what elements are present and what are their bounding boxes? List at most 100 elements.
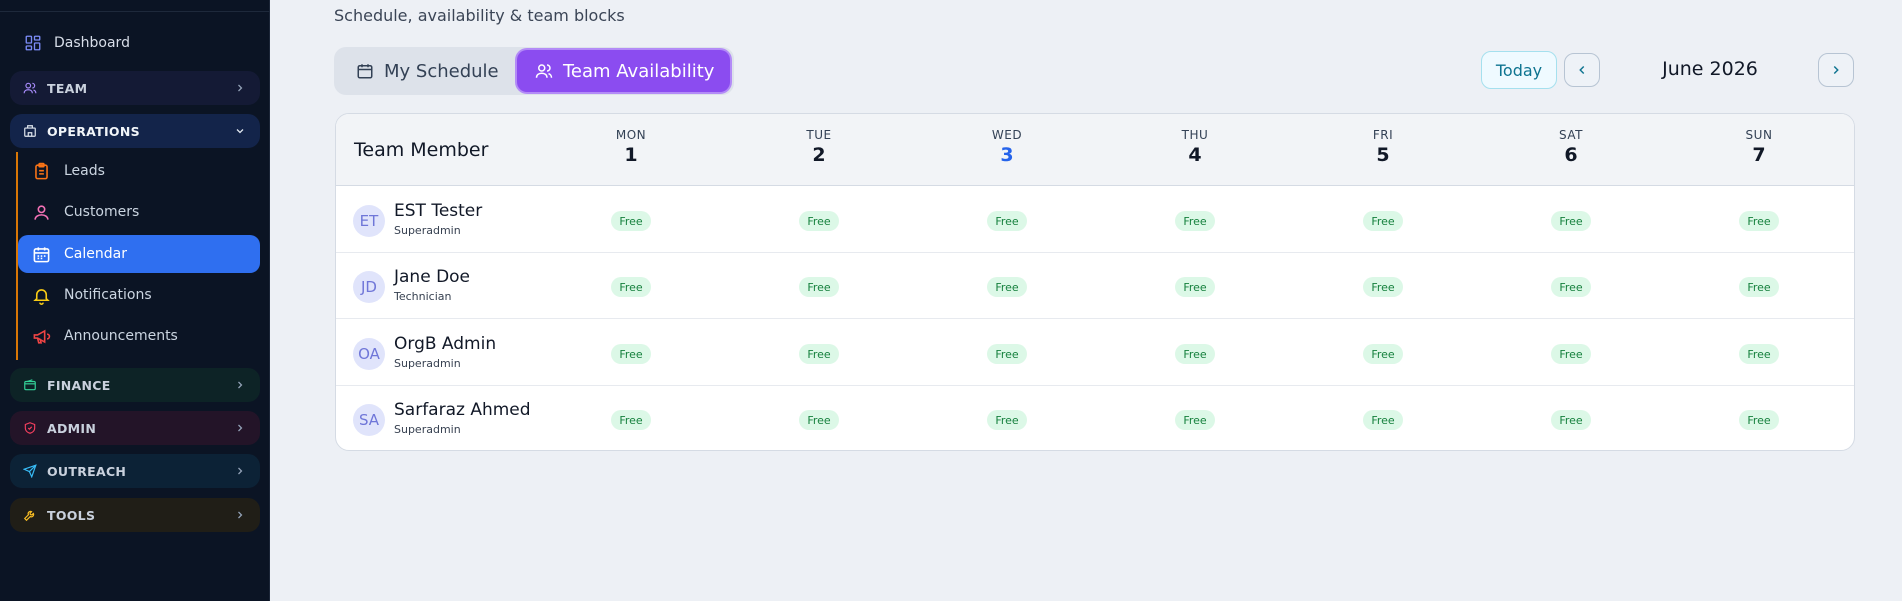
availability-badge[interactable]: Free <box>1363 344 1403 364</box>
availability-badge[interactable]: Free <box>1551 277 1591 297</box>
tab-label: Team Availability <box>563 60 715 82</box>
tab-team-availability[interactable]: Team Availability <box>517 50 730 92</box>
sidebar-item-calendar[interactable]: Calendar <box>18 235 260 273</box>
table-row: JD Jane Doe Technician Free Free Free Free Free… <box>336 253 1854 319</box>
availability-badge[interactable]: Free <box>799 344 839 364</box>
today-button[interactable]: Today <box>1481 51 1557 89</box>
month-label: June 2026 <box>1662 58 1758 80</box>
availability-badge[interactable]: Free <box>611 211 651 231</box>
sidebar-item-customers[interactable]: Customers <box>18 193 260 231</box>
sidebar-group-tools[interactable]: TOOLS <box>10 498 260 532</box>
sidebar-group-operations[interactable]: OPERATIONS <box>10 114 260 148</box>
sidebar-group-label: ADMIN <box>47 420 97 436</box>
availability-badge[interactable]: Free <box>1175 410 1215 430</box>
member-role: Superadmin <box>394 224 461 237</box>
grid-icon <box>25 35 41 51</box>
availability-badge[interactable]: Free <box>799 410 839 430</box>
availability-badge[interactable]: Free <box>1175 277 1215 297</box>
availability-badge[interactable]: Free <box>1363 211 1403 231</box>
tab-my-schedule[interactable]: My Schedule <box>338 50 515 92</box>
availability-badge[interactable]: Free <box>1551 344 1591 364</box>
avatar: ET <box>353 205 385 237</box>
avatar: OA <box>353 338 385 370</box>
day-name: TUE <box>806 128 832 142</box>
availability-badge[interactable]: Free <box>987 211 1027 231</box>
chevron-down-icon <box>236 129 244 134</box>
day-date: 3 <box>1000 144 1014 166</box>
day-header-thu: THU 4 <box>1155 128 1235 166</box>
day-header-mon: MON 1 <box>591 128 671 166</box>
availability-badge[interactable]: Free <box>1739 410 1779 430</box>
page-subtitle: Schedule, availability & team blocks <box>334 6 625 25</box>
availability-badge[interactable]: Free <box>1739 211 1779 231</box>
day-date: 2 <box>812 144 826 166</box>
day-date: 7 <box>1752 144 1766 166</box>
next-week-button[interactable] <box>1818 53 1854 87</box>
sidebar-group-admin[interactable]: ADMIN <box>10 411 260 445</box>
avatar: JD <box>353 271 385 303</box>
day-name: SUN <box>1745 128 1773 142</box>
member-role: Superadmin <box>394 357 461 370</box>
chevron-right-icon <box>238 381 243 389</box>
sidebar-item-dashboard[interactable]: Dashboard <box>10 28 260 58</box>
availability-badge[interactable]: Free <box>987 344 1027 364</box>
member-name: EST Tester <box>394 201 483 221</box>
availability-badge[interactable]: Free <box>1739 344 1779 364</box>
avatar: SA <box>353 404 385 436</box>
availability-badge[interactable]: Free <box>1175 344 1215 364</box>
availability-badge[interactable]: Free <box>611 344 651 364</box>
sidebar-group-label: TOOLS <box>47 507 96 523</box>
sidebar-group-team[interactable]: TEAM <box>10 71 260 105</box>
sidebar-item-label: Notifications <box>64 287 152 303</box>
day-header-wed: WED 3 <box>967 128 1047 166</box>
member-role: Superadmin <box>394 423 461 436</box>
chevron-right-icon <box>1833 65 1839 75</box>
availability-badge[interactable]: Free <box>611 410 651 430</box>
availability-badge[interactable]: Free <box>799 277 839 297</box>
megaphone-icon <box>33 329 51 344</box>
chevron-right-icon <box>238 511 243 519</box>
clipboard-icon <box>35 162 48 179</box>
sidebar-group-label: FINANCE <box>47 377 111 393</box>
availability-badge[interactable]: Free <box>1551 410 1591 430</box>
users-icon <box>23 82 37 94</box>
member-name: Jane Doe <box>394 267 471 287</box>
sidebar-item-leads[interactable]: Leads <box>18 152 260 190</box>
sidebar-group-finance[interactable]: FINANCE <box>10 368 260 402</box>
availability-badge[interactable]: Free <box>1739 277 1779 297</box>
chevron-right-icon <box>238 84 243 92</box>
chevron-right-icon <box>238 467 243 475</box>
day-name: WED <box>991 128 1023 142</box>
send-icon <box>23 464 37 478</box>
availability-badge[interactable]: Free <box>611 277 651 297</box>
day-date: 6 <box>1564 144 1578 166</box>
availability-badge[interactable]: Free <box>1363 277 1403 297</box>
user-icon <box>34 204 49 220</box>
availability-badge[interactable]: Free <box>987 277 1027 297</box>
calendar-icon <box>357 64 373 79</box>
chevron-left-icon <box>1579 65 1585 75</box>
sidebar-group-label: OPERATIONS <box>47 123 140 139</box>
sidebar-item-label: Dashboard <box>54 35 130 51</box>
users-icon <box>535 64 553 78</box>
sidebar-item-label: Announcements <box>64 328 178 344</box>
sidebar-group-label: OUTREACH <box>47 463 127 479</box>
table-row: OA OrgB Admin Superadmin Free Free Free Free Fr… <box>336 320 1854 386</box>
sidebar-item-label: Leads <box>64 163 105 179</box>
sidebar-item-announcements[interactable]: Announcements <box>18 317 260 355</box>
member-column-header: Team Member <box>354 139 489 161</box>
sidebar-group-outreach[interactable]: OUTREACH <box>10 454 260 488</box>
sidebar-item-label: Calendar <box>64 246 127 262</box>
day-header-sat: SAT 6 <box>1531 128 1611 166</box>
table-header: Team Member MON 1 TUE 2 WED 3 THU 4 FRI 5 SAT 6 SUN 7 <box>336 114 1854 186</box>
bell-icon <box>33 288 50 305</box>
prev-week-button[interactable] <box>1564 53 1600 87</box>
sidebar-item-notifications[interactable]: Notifications <box>18 276 260 314</box>
availability-badge[interactable]: Free <box>987 410 1027 430</box>
availability-badge[interactable]: Free <box>1551 211 1591 231</box>
member-role: Technician <box>394 290 452 303</box>
day-header-fri: FRI 5 <box>1343 128 1423 166</box>
availability-badge[interactable]: Free <box>1363 410 1403 430</box>
availability-badge[interactable]: Free <box>799 211 839 231</box>
availability-badge[interactable]: Free <box>1175 211 1215 231</box>
